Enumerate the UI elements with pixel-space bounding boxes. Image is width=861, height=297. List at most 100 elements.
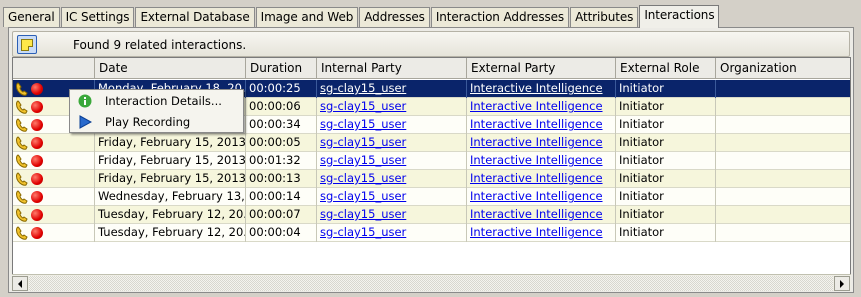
cell-internal: sg-clay15_user [317, 116, 467, 134]
status-dot-icon [31, 119, 43, 131]
cell-org [716, 170, 850, 188]
cell-duration: 00:00:07 [246, 206, 317, 224]
cell-duration: 00:00:14 [246, 188, 317, 206]
internal-value[interactable]: sg-clay15_user [320, 135, 406, 149]
external-value[interactable]: Interactive Intelligence [470, 99, 603, 113]
cell-internal: sg-clay15_user [317, 206, 467, 224]
external-value[interactable]: Interactive Intelligence [470, 117, 603, 131]
internal-value[interactable]: sg-clay15_user [320, 117, 406, 131]
tab-attributes[interactable]: Attributes [570, 7, 639, 27]
external-value[interactable]: Interactive Intelligence [470, 189, 603, 203]
cell-external: Interactive Intelligence [467, 224, 616, 242]
internal-value[interactable]: sg-clay15_user [320, 153, 406, 167]
phone-icon [16, 118, 28, 132]
duration-value: 00:00:06 [249, 99, 301, 113]
note-button[interactable] [17, 35, 37, 54]
grid-header: Date Duration Internal Party External Party… [13, 58, 850, 79]
table-row[interactable]: Tuesday, February 12, 20... 00:00:07 sg-cl… [13, 206, 850, 224]
tab-image-and-web[interactable]: Image and Web [255, 7, 359, 27]
table-row[interactable]: Tuesday, February 12, 20... 00:00:04 sg-cl… [13, 224, 850, 242]
cell-duration: 00:00:25 [246, 80, 317, 98]
cell-internal: sg-clay15_user [317, 152, 467, 170]
external-value[interactable]: Interactive Intelligence [470, 171, 603, 185]
external-value[interactable]: Interactive Intelligence [470, 135, 603, 149]
phone-icon [16, 82, 28, 96]
cell-duration: 00:00:13 [246, 170, 317, 188]
role-value: Initiator [619, 81, 664, 95]
cell-org [716, 188, 850, 206]
date-value: Friday, February 15, 2013,... [98, 171, 246, 185]
status-text: Found 9 related interactions. [73, 38, 247, 52]
cell-internal: sg-clay15_user [317, 224, 467, 242]
cell-external: Interactive Intelligence [467, 80, 616, 98]
internal-value[interactable]: sg-clay15_user [320, 207, 406, 221]
cell-role: Initiator [616, 170, 716, 188]
column-header-duration[interactable]: Duration [246, 58, 317, 79]
table-row[interactable]: Friday, February 15, 2013,... 00:00:13 sg-… [13, 170, 850, 188]
role-value: Initiator [619, 225, 664, 239]
cell-external: Interactive Intelligence [467, 116, 616, 134]
menu-item-label: Interaction Details... [105, 94, 222, 108]
column-header-external-party[interactable]: External Party [467, 58, 616, 79]
scroll-left-button[interactable] [12, 276, 28, 291]
duration-value: 00:00:07 [249, 207, 301, 221]
cell-date: Friday, February 15, 2013,... [95, 170, 246, 188]
cell-role: Initiator [616, 98, 716, 116]
status-dot-icon [31, 137, 43, 149]
cell-internal: sg-clay15_user [317, 188, 467, 206]
play-icon [78, 115, 93, 135]
cell-role: Initiator [616, 206, 716, 224]
tab-interactions[interactable]: Interactions [639, 5, 720, 28]
column-header-organization[interactable]: Organization [716, 58, 850, 79]
info-icon [78, 94, 92, 114]
row-icons [13, 152, 95, 170]
internal-value[interactable]: sg-clay15_user [320, 171, 406, 185]
tab-addresses[interactable]: Addresses [359, 7, 430, 27]
table-row[interactable]: Friday, February 15, 2013,... 00:00:05 sg-… [13, 134, 850, 152]
column-header-icons[interactable] [13, 58, 95, 79]
row-icons [13, 170, 95, 188]
phone-icon [16, 208, 28, 222]
cell-external: Interactive Intelligence [467, 188, 616, 206]
tab-external-database[interactable]: External Database [135, 7, 255, 27]
row-icons [13, 224, 95, 242]
date-value: Tuesday, February 12, 20... [98, 207, 246, 221]
menu-item-play-recording[interactable]: Play Recording [70, 112, 243, 132]
cell-duration: 00:01:32 [246, 152, 317, 170]
external-value[interactable]: Interactive Intelligence [470, 225, 603, 239]
tab-interaction-addresses[interactable]: Interaction Addresses [430, 7, 570, 27]
external-value[interactable]: Interactive Intelligence [470, 207, 603, 221]
cell-org [716, 80, 850, 98]
cell-internal: sg-clay15_user [317, 170, 467, 188]
column-header-internal-party[interactable]: Internal Party [317, 58, 467, 79]
scroll-right-button[interactable] [834, 276, 850, 291]
table-row[interactable]: Friday, February 15, 2013,... 00:01:32 sg-… [13, 152, 850, 170]
column-header-external-role[interactable]: External Role [616, 58, 716, 79]
tab-ic-settings[interactable]: IC Settings [60, 7, 135, 27]
column-header-date[interactable]: Date [95, 58, 246, 79]
duration-value: 00:00:05 [249, 135, 301, 149]
duration-value: 00:00:13 [249, 171, 301, 185]
table-row[interactable]: Wednesday, February 13,... 00:00:14 sg-cla… [13, 188, 850, 206]
cell-internal: sg-clay15_user [317, 80, 467, 98]
row-icons [13, 188, 95, 206]
tab-general[interactable]: General [3, 7, 60, 27]
context-menu: Interaction Details... Play Recording [69, 89, 244, 133]
horizontal-scrollbar[interactable] [12, 274, 851, 291]
cell-duration: 00:00:04 [246, 224, 317, 242]
cell-external: Interactive Intelligence [467, 152, 616, 170]
cell-external: Interactive Intelligence [467, 206, 616, 224]
cell-internal: sg-clay15_user [317, 134, 467, 152]
internal-value[interactable]: sg-clay15_user [320, 189, 406, 203]
duration-value: 00:00:04 [249, 225, 301, 239]
arrow-left-icon [18, 280, 22, 288]
external-value[interactable]: Interactive Intelligence [470, 81, 603, 95]
row-icons [13, 134, 95, 152]
internal-value[interactable]: sg-clay15_user [320, 81, 406, 95]
menu-item-interaction-details[interactable]: Interaction Details... [70, 91, 243, 111]
internal-value[interactable]: sg-clay15_user [320, 225, 406, 239]
internal-value[interactable]: sg-clay15_user [320, 99, 406, 113]
date-value: Friday, February 15, 2013,... [98, 135, 246, 149]
external-value[interactable]: Interactive Intelligence [470, 153, 603, 167]
scroll-thumb[interactable] [29, 276, 833, 291]
